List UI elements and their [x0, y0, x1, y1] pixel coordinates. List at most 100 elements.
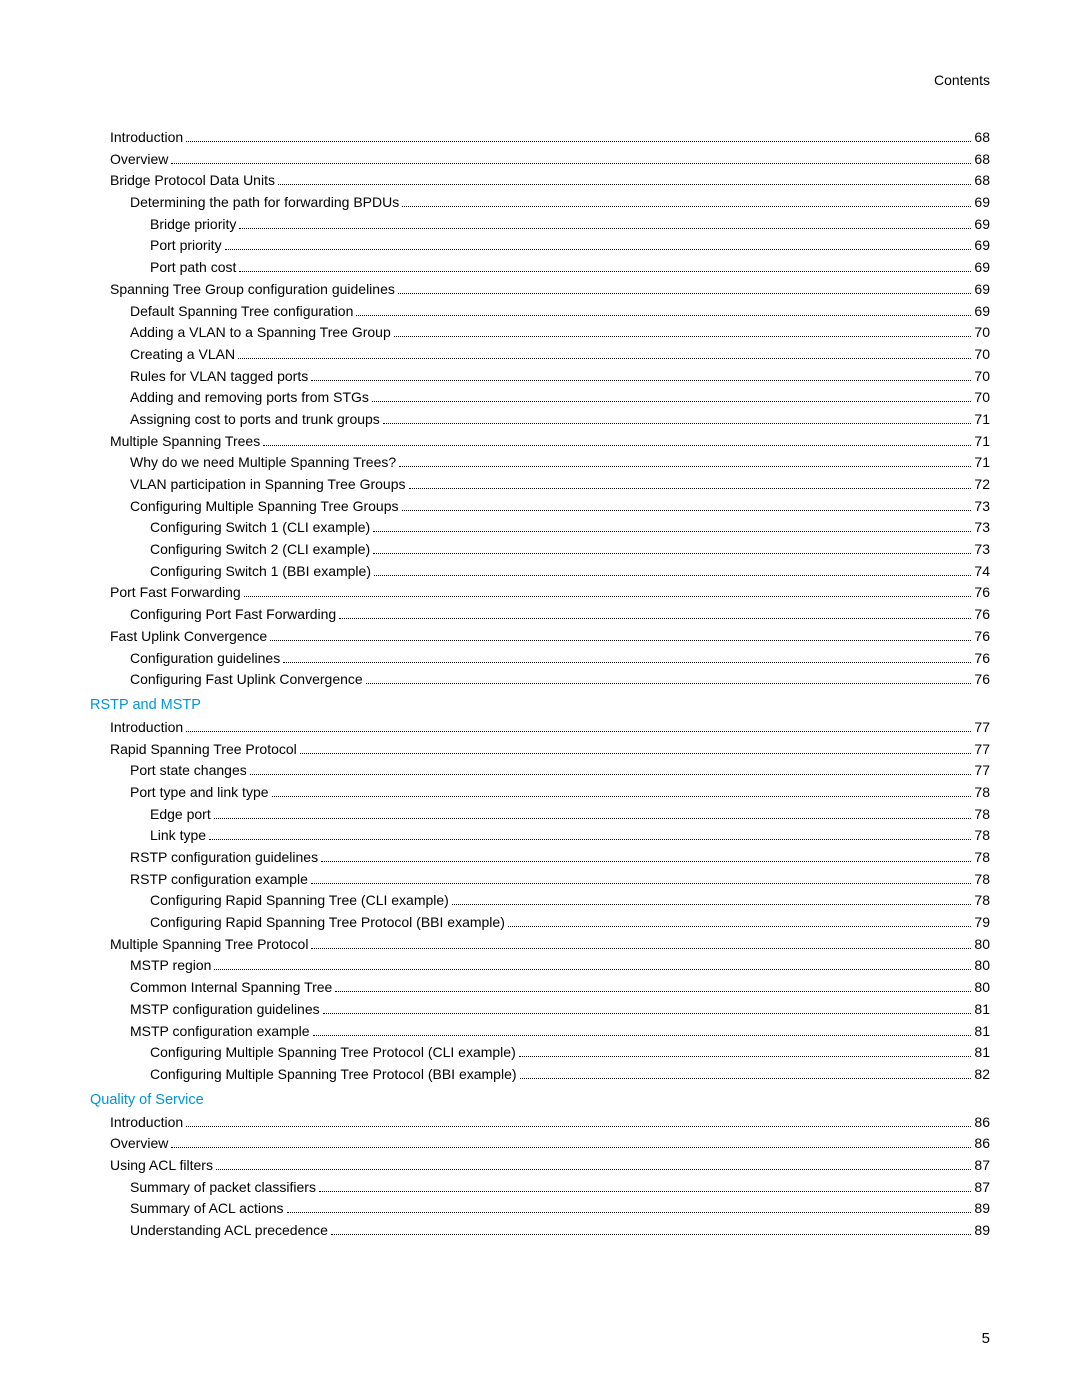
toc-entry[interactable]: Configuring Port Fast Forwarding76	[90, 604, 990, 626]
toc-entry[interactable]: Spanning Tree Group configuration guidel…	[90, 279, 990, 301]
toc-entry[interactable]: Configuring Multiple Spanning Tree Proto…	[90, 1042, 990, 1064]
toc-entry[interactable]: Introduction86	[90, 1112, 990, 1134]
toc-entry[interactable]: Configuring Multiple Spanning Tree Group…	[90, 496, 990, 518]
toc-entry[interactable]: Configuring Switch 1 (CLI example)73	[90, 517, 990, 539]
toc-entry[interactable]: Using ACL filters87	[90, 1155, 990, 1177]
toc-entry[interactable]: Default Spanning Tree configuration69	[90, 301, 990, 323]
toc-entry[interactable]: Overview68	[90, 149, 990, 171]
toc-entry[interactable]: Rapid Spanning Tree Protocol77	[90, 739, 990, 761]
toc-entry-page: 76	[974, 669, 990, 691]
toc-entry-page: 68	[974, 149, 990, 171]
toc-entry[interactable]: RSTP configuration example78	[90, 869, 990, 891]
toc-entry-page: 71	[974, 409, 990, 431]
toc-entry[interactable]: Adding and removing ports from STGs70	[90, 387, 990, 409]
toc-entry-label: RSTP configuration guidelines	[130, 847, 318, 869]
toc-entry-label: Multiple Spanning Trees	[110, 431, 260, 453]
toc-entry[interactable]: Port type and link type 78	[90, 782, 990, 804]
toc-entry[interactable]: Determining the path for forwarding BPDU…	[90, 192, 990, 214]
toc-entry-label: Summary of ACL actions	[130, 1198, 284, 1220]
toc-leader-dots	[374, 575, 971, 576]
toc-entry-page: 87	[974, 1177, 990, 1199]
toc-entry[interactable]: Assigning cost to ports and trunk groups…	[90, 409, 990, 431]
toc-entry-label: Summary of packet classifiers	[130, 1177, 316, 1199]
toc-entry-label: Adding and removing ports from STGs	[130, 387, 369, 409]
toc-entry[interactable]: Link type78	[90, 825, 990, 847]
toc-leader-dots	[383, 423, 972, 424]
toc-leader-dots	[339, 618, 971, 619]
toc-entry[interactable]: Configuring Switch 1 (BBI example)74	[90, 561, 990, 583]
toc-entry-label: Creating a VLAN	[130, 344, 235, 366]
toc-entry[interactable]: VLAN participation in Spanning Tree Grou…	[90, 474, 990, 496]
toc-leader-dots	[398, 293, 972, 294]
toc-leader-dots	[331, 1234, 971, 1235]
toc-leader-dots	[356, 315, 971, 316]
toc-entry-label: Link type	[150, 825, 206, 847]
toc-entry[interactable]: Bridge Protocol Data Units68	[90, 170, 990, 192]
toc-leader-dots	[402, 206, 971, 207]
toc-entry-page: 81	[974, 1042, 990, 1064]
toc-leader-dots	[239, 271, 971, 272]
toc-entry[interactable]: Adding a VLAN to a Spanning Tree Group70	[90, 322, 990, 344]
toc-entry[interactable]: Configuring Rapid Spanning Tree Protocol…	[90, 912, 990, 934]
toc-entry[interactable]: Configuring Multiple Spanning Tree Proto…	[90, 1064, 990, 1086]
toc-leader-dots	[373, 553, 971, 554]
toc-entry[interactable]: Bridge priority69	[90, 214, 990, 236]
toc-leader-dots	[321, 861, 971, 862]
toc-leader-dots	[313, 1035, 972, 1036]
toc-entry[interactable]: Introduction68	[90, 127, 990, 149]
toc-entry[interactable]: Summary of ACL actions 89	[90, 1198, 990, 1220]
toc-entry[interactable]: Port state changes77	[90, 760, 990, 782]
toc-entry[interactable]: Fast Uplink Convergence76	[90, 626, 990, 648]
toc-entry-label: Port type and link type	[130, 782, 269, 804]
toc-entry-page: 78	[974, 782, 990, 804]
toc-entry[interactable]: Why do we need Multiple Spanning Trees?7…	[90, 452, 990, 474]
toc-entry-label: Understanding ACL precedence	[130, 1220, 328, 1242]
toc-entry-page: 69	[974, 257, 990, 279]
toc-leader-dots	[186, 1126, 971, 1127]
toc-entry-page: 78	[974, 847, 990, 869]
toc-leader-dots	[272, 796, 972, 797]
toc-entry[interactable]: Introduction77	[90, 717, 990, 739]
toc-entry[interactable]: MSTP configuration guidelines81	[90, 999, 990, 1021]
toc-entry[interactable]: MSTP configuration example81	[90, 1021, 990, 1043]
toc-entry[interactable]: Edge port78	[90, 804, 990, 826]
toc-leader-dots	[409, 488, 972, 489]
toc-entry[interactable]: Configuring Switch 2 (CLI example)73	[90, 539, 990, 561]
toc-entry[interactable]: MSTP region80	[90, 955, 990, 977]
toc-section-heading[interactable]: Quality of Service	[90, 1092, 990, 1108]
toc-entry[interactable]: Configuring Fast Uplink Convergence76	[90, 669, 990, 691]
toc-entry[interactable]: Summary of packet classifiers 87	[90, 1177, 990, 1199]
toc-entry-page: 79	[974, 912, 990, 934]
toc-entry[interactable]: RSTP configuration guidelines 78	[90, 847, 990, 869]
toc-entry-page: 89	[974, 1198, 990, 1220]
toc-entry-page: 76	[974, 648, 990, 670]
toc-section-heading[interactable]: RSTP and MSTP	[90, 697, 990, 713]
toc-entry-page: 87	[974, 1155, 990, 1177]
toc-entry[interactable]: Rules for VLAN tagged ports70	[90, 366, 990, 388]
toc-leader-dots	[311, 380, 971, 381]
toc-entry[interactable]: Creating a VLAN 70	[90, 344, 990, 366]
toc-entry-label: Configuring Switch 1 (CLI example)	[150, 517, 370, 539]
toc-entry-page: 89	[974, 1220, 990, 1242]
toc-entry[interactable]: Port priority69	[90, 235, 990, 257]
toc-entry[interactable]: Overview86	[90, 1133, 990, 1155]
toc-entry[interactable]: Configuration guidelines 76	[90, 648, 990, 670]
toc-entry-label: Port path cost	[150, 257, 236, 279]
toc-entry[interactable]: Understanding ACL precedence 89	[90, 1220, 990, 1242]
toc-entry-label: Configuration guidelines	[130, 648, 280, 670]
toc-entry-label: Common Internal Spanning Tree	[130, 977, 332, 999]
toc-entry-label: Port Fast Forwarding	[110, 582, 241, 604]
toc-entry-label: VLAN participation in Spanning Tree Grou…	[130, 474, 406, 496]
toc-leader-dots	[373, 531, 971, 532]
toc-entry-label: Determining the path for forwarding BPDU…	[130, 192, 399, 214]
toc-entry-page: 80	[974, 977, 990, 999]
toc-leader-dots	[214, 818, 972, 819]
toc-leader-dots	[402, 510, 972, 511]
toc-entry[interactable]: Port path cost 69	[90, 257, 990, 279]
toc-entry[interactable]: Port Fast Forwarding76	[90, 582, 990, 604]
toc-entry-page: 70	[974, 344, 990, 366]
toc-entry[interactable]: Configuring Rapid Spanning Tree (CLI exa…	[90, 890, 990, 912]
toc-entry[interactable]: Common Internal Spanning Tree 80	[90, 977, 990, 999]
toc-entry[interactable]: Multiple Spanning Tree Protocol80	[90, 934, 990, 956]
toc-entry[interactable]: Multiple Spanning Trees71	[90, 431, 990, 453]
